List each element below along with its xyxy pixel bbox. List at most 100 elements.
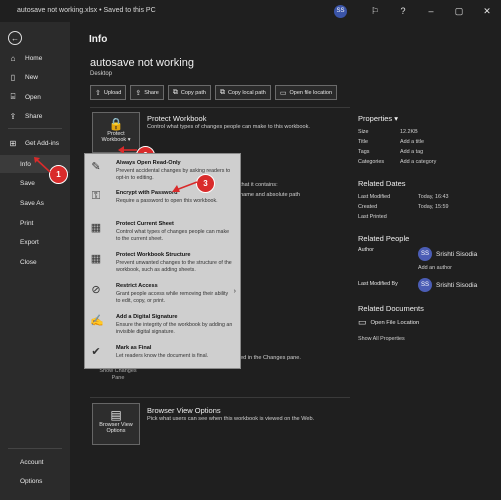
menu-item-always-open-read-only[interactable]: ✎ Always Open Read-Only Prevent accident…	[85, 157, 240, 185]
date-key: Last Modified	[358, 194, 391, 200]
restrict-access-icon: ⊘	[91, 284, 101, 296]
sidebar-item-home[interactable]: ⌂ Home	[0, 49, 70, 67]
sidebar-item-share[interactable]: ⇪ Share	[0, 107, 70, 125]
property-key: Tags	[358, 149, 370, 155]
sidebar-item-save-as[interactable]: Save As	[0, 194, 70, 212]
property-value[interactable]: Add a title	[400, 139, 424, 145]
protect-workbook-heading: Protect Workbook	[147, 114, 207, 123]
lock-icon: 🔒	[108, 117, 124, 131]
window-title: autosave not working.xlsx • Saved to thi…	[17, 7, 156, 14]
menu-item-desc: Control what types of changes people can…	[116, 229, 230, 242]
button-label: Pane	[111, 375, 125, 381]
open-file-location-link[interactable]: ▭ Open File Location	[358, 317, 498, 328]
sidebar-divider	[8, 448, 62, 449]
property-value: 12.2KB	[400, 129, 418, 135]
menu-item-protect-workbook-structure[interactable]: ▦ Protect Workbook Structure Prevent unw…	[85, 249, 240, 277]
workbook-structure-icon: ▦	[90, 253, 102, 265]
last-modified-person[interactable]: SS Srishti Sisodia	[418, 278, 477, 292]
property-key: Size	[358, 129, 369, 135]
chevron-right-icon: ›	[233, 288, 236, 295]
copy-path-button[interactable]: ⧉ Copy path	[167, 85, 211, 100]
share-button[interactable]: ⇪ Share	[130, 85, 164, 100]
upload-button[interactable]: ⇧ Upload	[90, 85, 127, 100]
menu-item-add-digital-signature[interactable]: ✍ Add a Digital Signature Ensure the int…	[85, 311, 240, 339]
property-row: Categories Add a category	[358, 157, 498, 167]
sidebar-item-account[interactable]: Account	[0, 453, 70, 471]
changes-text-partial: ed in the Changes pane.	[240, 355, 301, 361]
copy-local-path-button[interactable]: ⧉ Copy local path	[214, 85, 271, 100]
open-file-location-button[interactable]: ▭ Open file location	[274, 85, 337, 100]
file-actions-toolbar: ⇧ Upload ⇪ Share ⧉ Copy path ⧉ Copy local pa…	[90, 85, 341, 100]
button-label: Open file location	[289, 89, 333, 96]
menu-item-encrypt-with-password[interactable]: ⚿ Encrypt with Password Require a passwo…	[85, 187, 240, 211]
annotation-arrow-3	[172, 181, 198, 192]
sidebar-item-export[interactable]: Export	[0, 233, 70, 251]
show-changes-button-partial[interactable]: Show Changes Pane	[98, 368, 138, 382]
backstage-sidebar: ← ⌂ Home ▯ New ⌸ Open ⇪ Share ⊞ Get Add-…	[0, 22, 70, 500]
menu-item-restrict-access[interactable]: ⊘ Restrict Access Grant people access wh…	[85, 280, 240, 308]
feedback-icon[interactable]: ⚐	[361, 0, 389, 22]
sidebar-item-close[interactable]: Close	[0, 253, 70, 271]
annotation-arrow-1	[34, 157, 51, 173]
date-row: Last Printed	[358, 212, 498, 222]
properties-heading[interactable]: Properties ▾	[358, 114, 498, 123]
pencil-lock-icon: ✎	[91, 161, 101, 173]
document-title: autosave not working	[90, 57, 194, 69]
browser-view-options-button[interactable]: ▤ Browser View Options	[92, 403, 140, 445]
menu-item-mark-as-final[interactable]: ✔ Mark as Final Let readers know the doc…	[85, 342, 240, 366]
help-button[interactable]: ?	[389, 0, 417, 22]
property-value[interactable]: Add a category	[400, 159, 436, 165]
menu-item-protect-current-sheet[interactable]: ▦ Protect Current Sheet Control what typ…	[85, 218, 240, 246]
maximize-button[interactable]: ▢	[445, 0, 473, 22]
folder-icon: ▭	[279, 89, 287, 97]
protect-workbook-desc: Control what types of changes people can…	[147, 124, 310, 130]
back-arrow-icon[interactable]: ←	[8, 31, 22, 45]
title-bar: autosave not working.xlsx • Saved to thi…	[0, 0, 501, 23]
author-name: Srishti Sisodia	[436, 250, 478, 258]
show-all-properties-link[interactable]: Show All Properties	[358, 336, 498, 342]
menu-item-desc: Grant people access while removing their…	[116, 291, 229, 304]
signature-icon: ✍	[90, 315, 104, 327]
last-modified-by-label: Last Modified By	[358, 281, 398, 287]
menu-item-title: Protect Workbook Structure	[116, 252, 191, 258]
menu-item-desc: Prevent unwanted changes to the structur…	[116, 260, 232, 273]
menu-item-title: Protect Current Sheet	[116, 221, 174, 227]
property-key: Title	[358, 139, 368, 145]
sidebar-item-label: Open	[25, 93, 41, 101]
last-modified-name: Srishti Sisodia	[436, 281, 478, 289]
date-row: Last Modified Today, 16:43	[358, 192, 498, 202]
menu-item-desc: Let readers know the document is final.	[116, 353, 209, 359]
last-modified-by-row: Last Modified By SS Srishti Sisodia	[358, 278, 498, 292]
section-divider	[90, 397, 350, 398]
close-button[interactable]: ✕	[473, 0, 501, 22]
sidebar-item-open[interactable]: ⌸ Open	[0, 88, 70, 106]
property-value[interactable]: Add a tag	[400, 149, 423, 155]
menu-item-title: Always Open Read-Only	[116, 160, 181, 166]
sidebar-item-new[interactable]: ▯ New	[0, 68, 70, 86]
protect-workbook-menu: ✎ Always Open Read-Only Prevent accident…	[84, 153, 241, 369]
document-location: Desktop	[90, 71, 113, 77]
minimize-button[interactable]: –	[417, 0, 445, 22]
sidebar-item-get-add-ins[interactable]: ⊞ Get Add-ins	[0, 134, 70, 152]
sidebar-item-print[interactable]: Print	[0, 214, 70, 232]
sidebar-item-options[interactable]: Options	[0, 472, 70, 490]
inspect-text-partial: that it contains:	[240, 182, 278, 188]
home-icon: ⌂	[10, 53, 16, 63]
button-label: Share	[144, 89, 159, 96]
menu-item-title: Add a Digital Signature	[116, 314, 178, 320]
sidebar-item-label: Share	[25, 112, 43, 120]
button-label: Copy local path	[227, 89, 266, 96]
button-label: Workbook ▾	[101, 137, 131, 143]
add-author-link[interactable]: Add an author	[418, 265, 477, 271]
page-title: Info	[89, 34, 108, 45]
sheet-protect-icon: ▦	[90, 222, 102, 234]
button-label: Copy path	[180, 89, 206, 96]
folder-icon: ▭	[358, 317, 367, 327]
annotation-badge-3: 3	[196, 174, 215, 193]
avatar: SS	[418, 278, 432, 292]
property-key: Categories	[358, 159, 385, 165]
author-person[interactable]: SS Srishti Sisodia	[418, 247, 477, 261]
user-avatar[interactable]: SS	[334, 4, 347, 18]
property-row: Tags Add a tag	[358, 147, 498, 157]
grid-icon: ⊞	[9, 138, 17, 148]
